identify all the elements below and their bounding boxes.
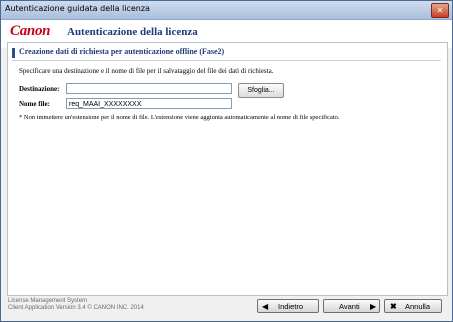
arrow-right-icon: ▶: [370, 302, 377, 311]
content-panel: Creazione dati di richiesta per autentic…: [7, 42, 448, 296]
license-wizard-window: Autenticazione guidata della licenza ✕ C…: [0, 0, 453, 322]
close-icon: ✕: [436, 6, 444, 15]
next-button-label: Avanti: [339, 302, 360, 311]
canon-logo: Canon: [10, 23, 51, 39]
back-button[interactable]: ◀ Indietro: [257, 299, 319, 313]
browse-button[interactable]: Sfoglia...: [238, 83, 284, 98]
instruction-text: Specificare una destinazione e il nome d…: [19, 67, 274, 75]
section-marker: [12, 48, 15, 58]
arrow-left-icon: ◀: [262, 302, 269, 311]
cancel-button-label: Annulla: [405, 302, 431, 311]
close-x-icon: ✖: [390, 302, 397, 311]
destination-input[interactable]: [66, 83, 232, 94]
page-title: Autenticazione della licenza: [67, 26, 198, 38]
product-name: License Management System: [8, 298, 88, 304]
cancel-button[interactable]: ✖ Annulla: [384, 299, 442, 313]
title-bar: Autenticazione guidata della licenza ✕: [1, 1, 452, 20]
back-button-label: Indietro: [278, 302, 304, 311]
close-window-button[interactable]: ✕: [431, 3, 449, 18]
filename-label: Nome file:: [19, 100, 50, 108]
section-title: Creazione dati di richiesta per autentic…: [19, 47, 225, 56]
version-copyright: Client Application Version 3.4 © CANON I…: [8, 305, 144, 311]
section-header: Creazione dati di richiesta per autentic…: [12, 47, 441, 61]
filename-input[interactable]: req_MAAI_XXXXXXXX: [66, 98, 232, 109]
destination-label: Destinazione:: [19, 85, 60, 93]
section-divider: [12, 60, 441, 61]
window-title: Autenticazione guidata della licenza: [5, 4, 150, 13]
next-button[interactable]: Avanti ▶: [323, 299, 380, 313]
extension-note: * Non immettere un'estensione per il nom…: [19, 114, 340, 121]
footer-info: License Management System Client Applica…: [8, 298, 144, 312]
